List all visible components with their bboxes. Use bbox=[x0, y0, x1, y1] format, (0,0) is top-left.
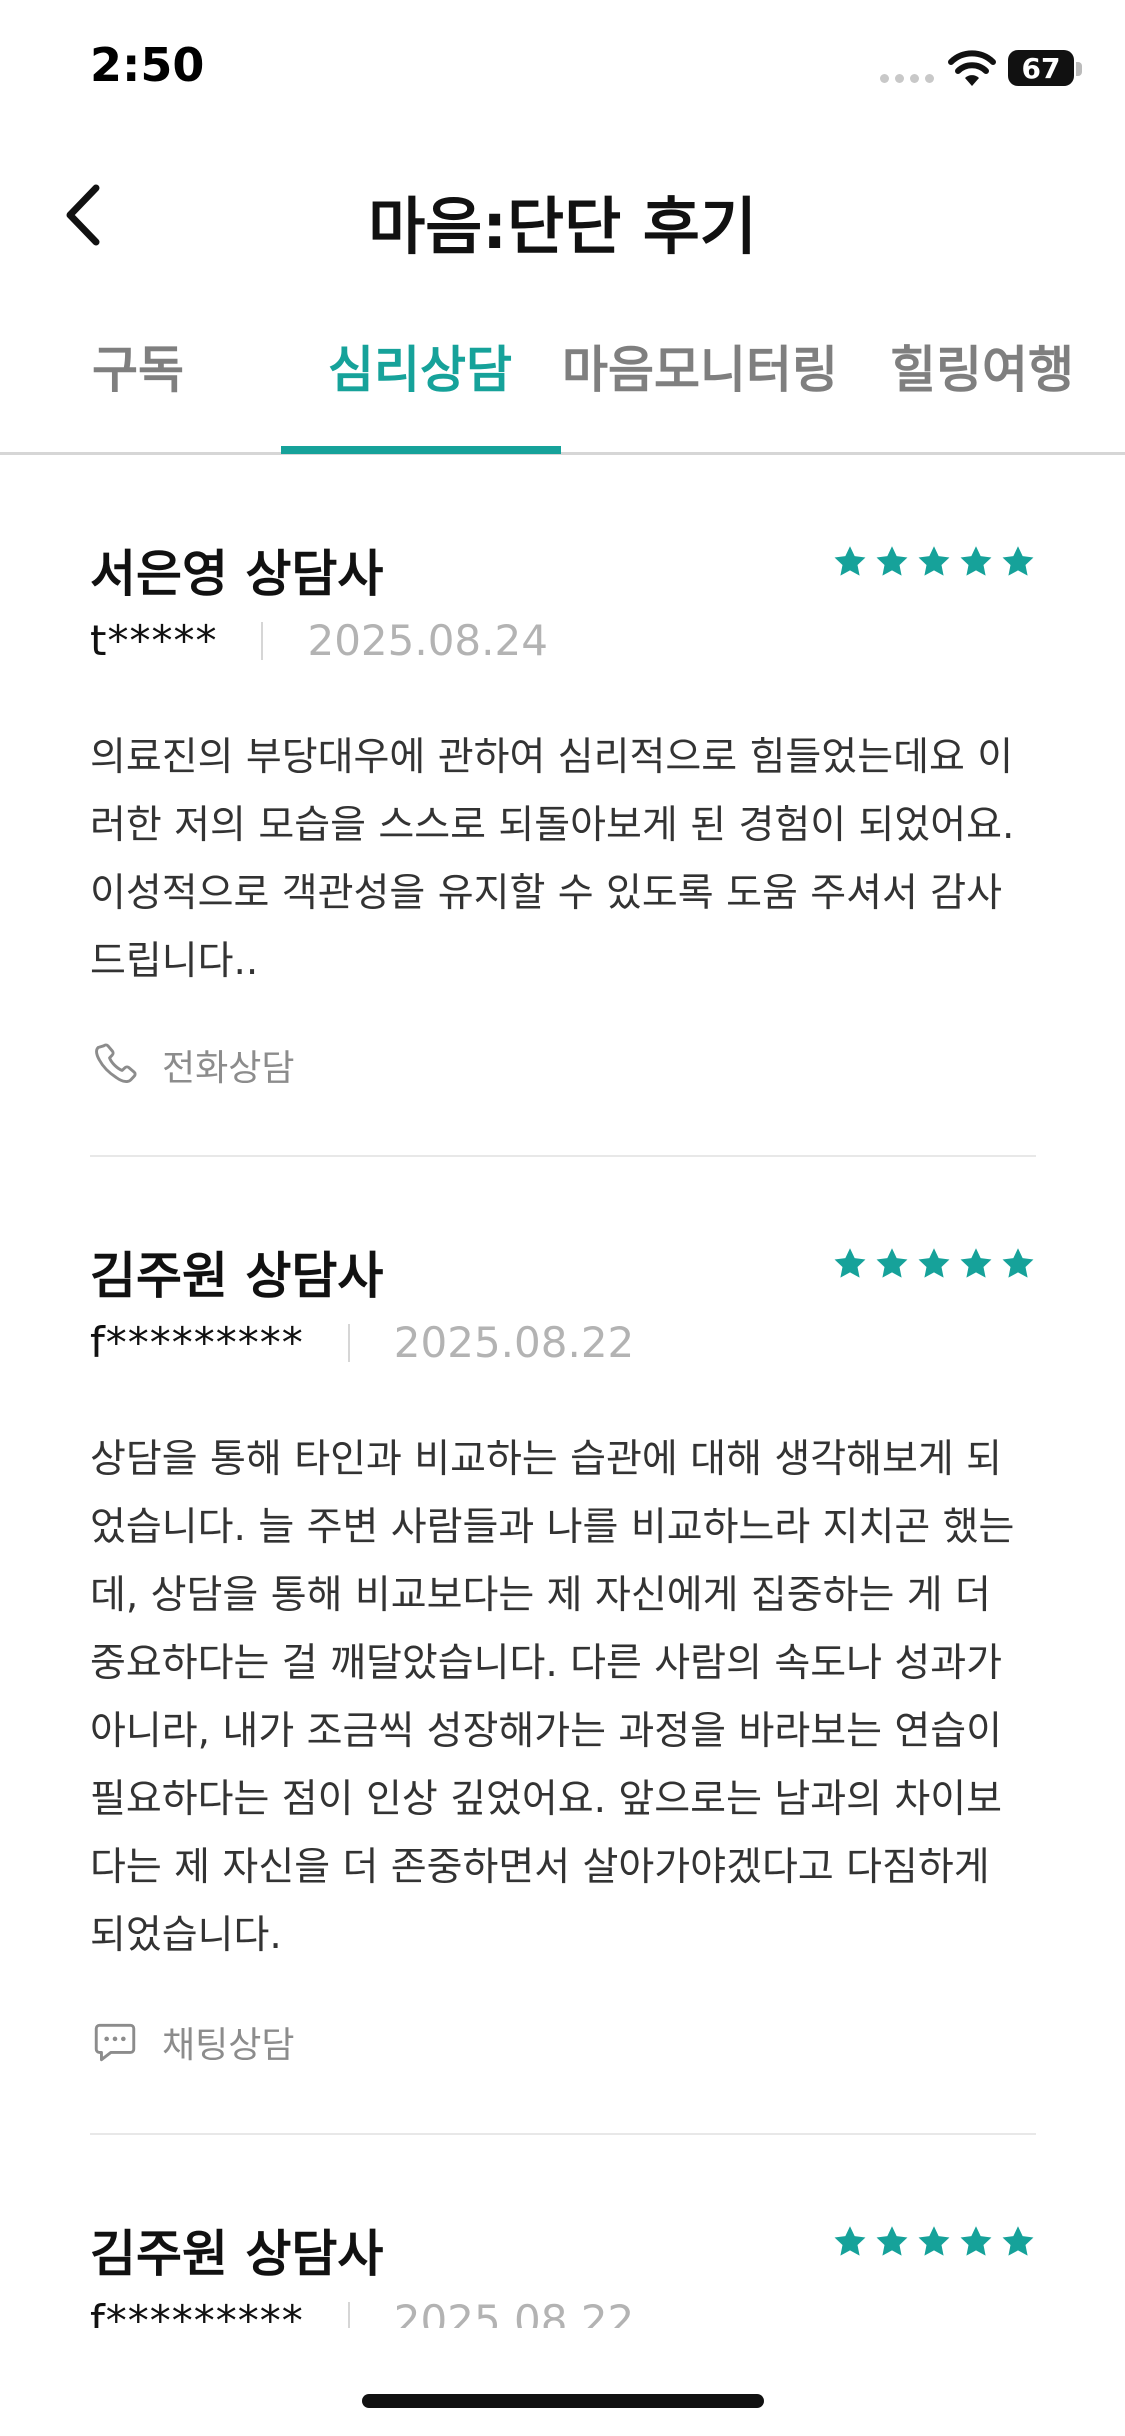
review-content: 의료진의 부당대우에 관하여 심리적으로 힘들었는데요 이러한 저의 모습을 스… bbox=[90, 735, 1015, 984]
tab-counseling[interactable]: 심리상담 bbox=[328, 330, 512, 402]
review-content: 상담을 통해 타인과 비교하는 습관에 대해 생각해보게 되었습니다. 늘 주변… bbox=[90, 1437, 1015, 1958]
star-rating bbox=[832, 1246, 1036, 1282]
active-tab-indicator bbox=[281, 446, 561, 454]
star-icon bbox=[918, 2226, 950, 2256]
home-indicator[interactable] bbox=[362, 2394, 764, 2408]
star-icon bbox=[876, 546, 908, 576]
star-icon bbox=[834, 2226, 866, 2256]
meta-separator bbox=[347, 1323, 350, 1362]
status-bar: 2:50 67 bbox=[0, 0, 1125, 140]
cellular-signal-icon bbox=[880, 74, 934, 83]
reviewer-id: t***** bbox=[90, 616, 218, 665]
review-date: 2025.08.22 bbox=[393, 1318, 635, 1367]
star-icon bbox=[834, 1248, 866, 1278]
review-date: 2025.08.24 bbox=[307, 616, 548, 665]
reviewer-id: f********* bbox=[90, 1318, 304, 1367]
bottom-safe-area bbox=[0, 2328, 1125, 2436]
star-icon bbox=[876, 2226, 908, 2256]
star-rating bbox=[832, 2224, 1036, 2260]
counseling-type-label: 전화상담 bbox=[162, 1048, 295, 1089]
star-icon bbox=[960, 546, 992, 576]
star-icon bbox=[960, 1248, 992, 1278]
review-meta: f********* 2025.08.22 bbox=[90, 1318, 634, 1367]
review-meta: t***** 2025.08.24 bbox=[90, 616, 548, 665]
counseling-type: 채팅상담 bbox=[90, 2016, 294, 2068]
star-icon bbox=[1002, 1248, 1034, 1278]
page-title: 마음:단단 후기 bbox=[368, 190, 757, 263]
wifi-icon bbox=[948, 50, 996, 86]
review-card[interactable]: 김주원 상담사 f********* 2025.08.22 상담을 통해 타인과… bbox=[90, 1236, 1036, 2096]
review-card[interactable]: 서은영 상담사 t***** 2025.08.24 의료진의 부당대우에 관하여… bbox=[90, 534, 1036, 1094]
star-icon bbox=[1002, 546, 1034, 576]
star-icon bbox=[1002, 2226, 1034, 2256]
star-icon bbox=[834, 546, 866, 576]
counselor-name: 김주원 상담사 bbox=[90, 2225, 384, 2283]
battery-tip bbox=[1076, 62, 1082, 76]
review-card[interactable]: 김주원 상담사 f********* 2025.08.22 bbox=[90, 2214, 1036, 2345]
review-divider bbox=[90, 1155, 1036, 1157]
review-divider bbox=[90, 2133, 1036, 2135]
counseling-type: 전화상담 bbox=[90, 1039, 294, 1091]
phone-icon bbox=[95, 1043, 137, 1083]
star-rating bbox=[832, 544, 1036, 580]
counselor-name: 김주원 상담사 bbox=[90, 1247, 384, 1305]
meta-separator bbox=[261, 621, 264, 660]
status-time: 2:50 bbox=[90, 38, 205, 92]
tab-healing-trip[interactable]: 힐링여행 bbox=[890, 330, 1074, 402]
battery-icon: 67 bbox=[1008, 50, 1074, 86]
header: 마음:단단 후기 bbox=[0, 160, 1125, 270]
tab-bar: 구독 심리상담 마음모니터링 힐링여행 bbox=[0, 300, 1125, 455]
chat-icon bbox=[94, 2023, 136, 2062]
star-icon bbox=[876, 1248, 908, 1278]
tab-subscription[interactable]: 구독 bbox=[92, 330, 184, 402]
tab-mind-monitoring[interactable]: 마음모니터링 bbox=[562, 330, 838, 402]
star-icon bbox=[960, 2226, 992, 2256]
counseling-type-label: 채팅상담 bbox=[162, 2025, 295, 2066]
counselor-name: 서은영 상담사 bbox=[90, 545, 384, 603]
star-icon bbox=[918, 1248, 950, 1278]
star-icon bbox=[918, 546, 950, 576]
